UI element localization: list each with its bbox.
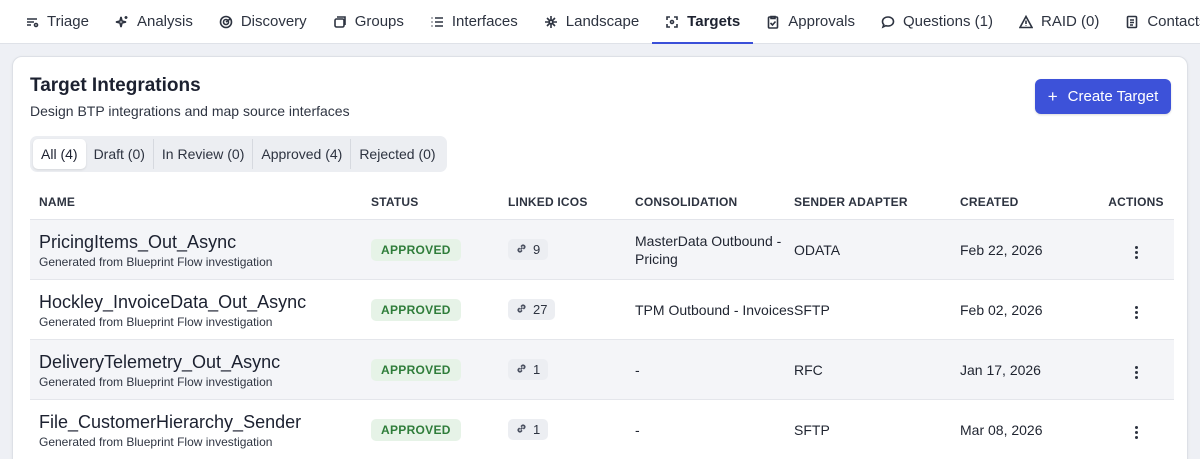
target-integrations-card: Target Integrations Design BTP integrati… [12,56,1188,459]
link-icon [516,362,527,377]
tab-questions[interactable]: Questions (1) [868,0,1006,43]
target-description: Generated from Blueprint Flow investigat… [39,314,273,329]
column-header-consolidation[interactable]: CONSOLIDATION [635,195,794,209]
top-nav: Triage Analysis Discovery Groups Interfa… [0,0,1200,44]
filter-in-review[interactable]: In Review (0) [154,139,254,169]
target-name[interactable]: PricingItems_Out_Async [39,231,371,253]
tab-label: Triage [47,13,89,30]
linked-icos-badge[interactable]: 9 [508,239,549,260]
filter-draft[interactable]: Draft (0) [86,139,154,169]
column-header-linked-icos[interactable]: LINKED ICOS [508,195,635,209]
tab-label: Groups [354,13,404,30]
tab-targets[interactable]: Targets [652,0,754,44]
create-target-button[interactable]: + Create Target [1035,79,1171,114]
kebab-menu-icon[interactable] [1131,362,1142,383]
sender-adapter-value: SFTP [794,301,830,318]
filter-rejected[interactable]: Rejected (0) [351,139,443,169]
created-date: Mar 08, 2026 [960,421,1043,438]
filter-all[interactable]: All (4) [33,139,86,169]
linked-icos-badge[interactable]: 1 [508,419,549,440]
target-description: Generated from Blueprint Flow investigat… [39,254,273,269]
page-subtitle: Design BTP integrations and map source i… [30,103,350,119]
tab-landscape[interactable]: Landscape [531,0,652,43]
linked-icos-count: 1 [533,362,541,377]
linked-icos-count: 1 [533,422,541,437]
target-description: Generated from Blueprint Flow investigat… [39,434,273,449]
tab-label: Discovery [240,13,307,30]
target-description: Generated from Blueprint Flow investigat… [39,374,273,389]
tab-groups[interactable]: Groups [320,0,417,43]
table-row[interactable]: Hockley_InvoiceData_Out_Async Generated … [30,280,1174,340]
table-row[interactable]: File_CustomerHierarchy_Sender Generated … [30,400,1174,459]
table-row[interactable]: PricingItems_Out_Async Generated from Bl… [30,220,1174,280]
tab-triage[interactable]: Triage [12,0,102,43]
create-target-label: Create Target [1067,88,1159,105]
linked-icos-badge[interactable]: 27 [508,299,556,320]
tab-label: Targets [687,13,741,30]
link-icon [516,422,527,437]
consolidation-value: TPM Outbound - Invoices [635,301,794,318]
triage-icon [25,15,39,29]
plus-icon: + [1047,87,1058,106]
tab-label: Analysis [136,13,193,30]
list-icon [430,15,444,29]
tab-label: RAID (0) [1041,13,1100,30]
created-date: Jan 17, 2026 [960,361,1041,378]
tab-raid[interactable]: RAID (0) [1006,0,1112,43]
sender-adapter-value: RFC [794,361,823,378]
clipboard-check-icon [766,15,780,29]
layers-icon [333,15,347,29]
table-header: NAME STATUS LINKED ICOS CONSOLIDATION SE… [30,185,1174,220]
tab-analysis[interactable]: Analysis [102,0,206,43]
kebab-menu-icon[interactable] [1131,242,1142,263]
tab-approvals[interactable]: Approvals [753,0,868,43]
status-badge: APPROVED [371,358,461,381]
status-filter-tabs: All (4) Draft (0) In Review (0) Approved… [30,136,447,172]
created-date: Feb 02, 2026 [960,301,1043,318]
consolidation-value: - [635,421,640,438]
sender-adapter-value: SFTP [794,421,830,438]
tab-label: Questions (1) [902,13,993,30]
tab-discovery[interactable]: Discovery [206,0,320,43]
page-title: Target Integrations [30,75,201,96]
linked-icos-count: 9 [533,242,541,257]
tab-label: Landscape [565,13,640,30]
kebab-menu-icon[interactable] [1131,302,1142,323]
consolidation-value: - [635,361,640,378]
targets-table: NAME STATUS LINKED ICOS CONSOLIDATION SE… [30,185,1174,459]
target-icon [665,15,679,29]
radar-icon [219,15,233,29]
status-badge: APPROVED [371,418,461,441]
link-icon [516,302,527,317]
filter-approved[interactable]: Approved (4) [253,139,352,169]
target-name[interactable]: File_CustomerHierarchy_Sender [39,411,371,433]
kebab-menu-icon[interactable] [1131,422,1142,443]
column-header-name[interactable]: NAME [30,195,371,209]
address-book-icon [1125,15,1139,29]
chat-bubble-icon [881,15,895,29]
tab-contacts[interactable]: Contacts [1112,0,1200,43]
status-badge: APPROVED [371,238,461,261]
column-header-status[interactable]: STATUS [371,195,508,209]
linked-icos-count: 27 [533,302,548,317]
consolidation-value: MasterData Outbound - Pricing [635,232,782,267]
tab-label: Interfaces [451,13,518,30]
tab-label: Approvals [788,13,855,30]
column-header-sender-adapter[interactable]: SENDER ADAPTER [794,195,960,209]
column-header-created[interactable]: CREATED [960,195,1098,209]
sender-adapter-value: ODATA [794,241,841,258]
created-date: Feb 22, 2026 [960,241,1043,258]
target-name[interactable]: DeliveryTelemetry_Out_Async [39,351,371,373]
tab-interfaces[interactable]: Interfaces [417,0,531,43]
link-icon [516,242,527,257]
table-row[interactable]: DeliveryTelemetry_Out_Async Generated fr… [30,340,1174,400]
status-badge: APPROVED [371,298,461,321]
network-icon [544,15,558,29]
sparkle-icon [115,15,129,29]
warning-triangle-icon [1019,14,1033,29]
tab-label: Contacts [1147,13,1200,30]
column-header-actions: ACTIONS [1108,195,1164,209]
linked-icos-badge[interactable]: 1 [508,359,549,380]
target-name[interactable]: Hockley_InvoiceData_Out_Async [39,291,371,313]
